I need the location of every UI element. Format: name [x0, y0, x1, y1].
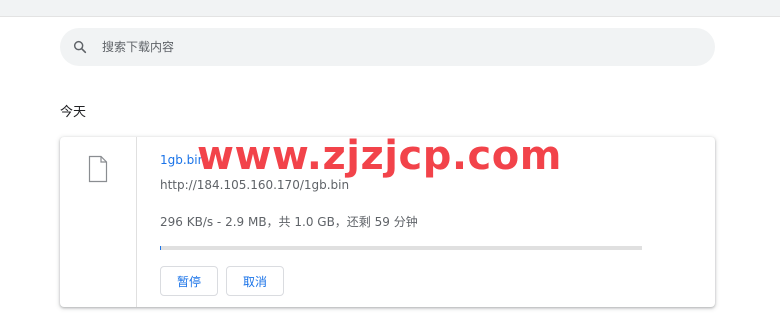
section-date-heading: 今天 — [60, 105, 87, 120]
search-input[interactable] — [102, 35, 682, 59]
download-progress-fill — [160, 246, 162, 250]
cancel-button[interactable]: 取消 — [226, 266, 284, 296]
pause-button[interactable]: 暂停 — [160, 266, 218, 296]
watermark-text: www.zjzjcp.com — [197, 133, 562, 179]
search-icon — [70, 37, 90, 57]
search-box[interactable] — [60, 28, 715, 66]
download-progress-bar — [160, 246, 642, 250]
file-icon — [88, 155, 108, 183]
download-progress-text: 296 KB/s - 2.9 MB，共 1.0 GB，还剩 59 分钟 — [160, 215, 418, 229]
file-icon-column — [60, 137, 137, 307]
top-toolbar-strip — [0, 0, 780, 17]
file-source-url: http://184.105.160.170/1gb.bin — [160, 178, 350, 192]
